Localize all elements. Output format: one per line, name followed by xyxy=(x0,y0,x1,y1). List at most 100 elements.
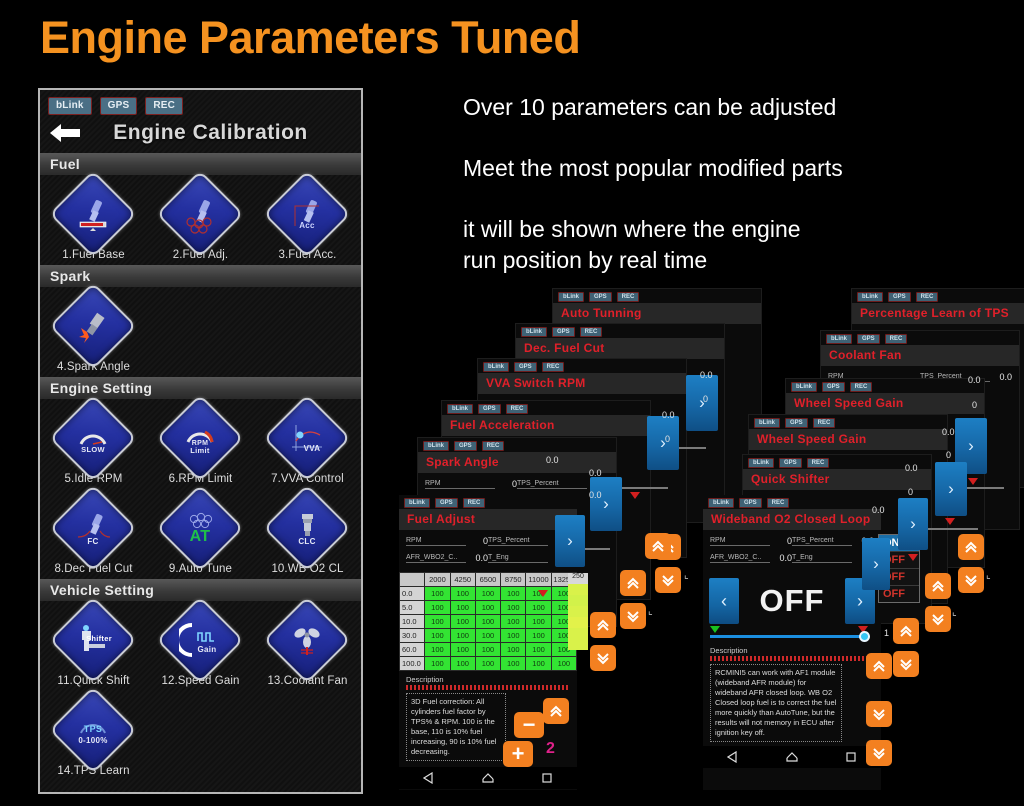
next-value-button[interactable]: › xyxy=(647,416,679,470)
status-chip-rec[interactable]: REC xyxy=(616,292,640,302)
menu-item-coolant-fan[interactable]: 13.Coolant Fan xyxy=(254,596,361,687)
status-chip-blink[interactable]: bLink xyxy=(708,498,734,508)
status-chip-blink[interactable]: bLink xyxy=(558,292,584,302)
table-cell[interactable]: 100 xyxy=(500,628,527,643)
table-cell[interactable]: 100 xyxy=(500,600,527,615)
decrease-fast-button[interactable] xyxy=(655,567,681,593)
menu-item-tps-learn[interactable]: TPS 0-100% 14.TPS Learn xyxy=(40,686,147,777)
status-chip-gps[interactable]: GPS xyxy=(822,382,845,392)
status-chip-blink[interactable]: bLink xyxy=(754,418,780,428)
nav-back-icon[interactable] xyxy=(422,772,435,784)
nav-back-icon[interactable] xyxy=(726,751,739,763)
table-cell[interactable]: 100 xyxy=(424,586,451,601)
toggle-control[interactable]: ‹ OFF › xyxy=(703,572,881,626)
table-cell[interactable]: 100 xyxy=(474,614,502,629)
status-chip-gps[interactable]: GPS xyxy=(99,97,138,115)
table-cell[interactable]: 100 xyxy=(525,614,552,629)
table-cell[interactable]: 100 xyxy=(449,642,476,657)
table-cell[interactable]: 100 xyxy=(424,642,451,657)
increase-fast-button[interactable] xyxy=(866,653,892,679)
decrease-fast-button[interactable] xyxy=(925,606,951,632)
next-value-button[interactable]: › xyxy=(590,477,622,531)
table-cell[interactable]: 100 xyxy=(474,642,502,657)
table-cell[interactable]: 100 xyxy=(525,600,552,615)
decrease-fast-button[interactable] xyxy=(620,603,646,629)
status-chip-rec[interactable]: REC xyxy=(481,441,505,451)
table-cell[interactable]: 100 xyxy=(449,628,476,643)
status-chip-blink[interactable]: bLink xyxy=(521,327,547,337)
status-chip-gps[interactable]: GPS xyxy=(589,292,612,302)
table-cell[interactable]: 100 xyxy=(525,642,552,657)
status-chip-rec[interactable]: REC xyxy=(462,498,486,508)
table-cell[interactable]: 100 xyxy=(449,614,476,629)
menu-item-fuel-acc[interactable]: Acc 3.Fuel Acc. xyxy=(254,170,361,261)
menu-item-fuel-base[interactable]: 1.Fuel Base xyxy=(40,170,147,261)
menu-item-spark-angle[interactable]: 4.Spark Angle xyxy=(40,282,147,373)
increase-fast-button[interactable] xyxy=(620,570,646,596)
next-value-button[interactable]: › xyxy=(898,498,928,550)
menu-item-dec-fuel-cut[interactable]: FC 8.Dec Fuel Cut xyxy=(40,484,147,575)
status-chip-rec[interactable]: REC xyxy=(579,327,603,337)
status-chip-rec[interactable]: REC xyxy=(812,418,836,428)
increase-fast-button[interactable] xyxy=(543,698,569,724)
status-chip-blink[interactable]: bLink xyxy=(857,292,883,302)
nav-home-icon[interactable] xyxy=(786,751,798,763)
increase-fast-button[interactable] xyxy=(925,573,951,599)
menu-item-vva-control[interactable]: VVA 7.VVA Control xyxy=(254,394,361,485)
status-chip-blink[interactable]: bLink xyxy=(404,498,430,508)
mini-screen-wideband-o2-closed-loop[interactable]: bLink GPS REC Wideband O2 Closed Loop RP… xyxy=(703,495,881,790)
next-value-button[interactable]: › xyxy=(555,515,585,567)
status-chip-gps[interactable]: GPS xyxy=(739,498,762,508)
status-chip-rec[interactable]: REC xyxy=(505,404,529,414)
table-cell[interactable]: 100 xyxy=(424,600,451,615)
increase-fast-button[interactable] xyxy=(893,618,919,644)
increase-fast-button[interactable] xyxy=(590,612,616,638)
decrease-fast-button[interactable] xyxy=(866,740,892,766)
menu-item-auto-tune[interactable]: AT 9.Auto Tune xyxy=(147,484,254,575)
table-cell[interactable]: 100 xyxy=(500,614,527,629)
table-cell[interactable]: 100 xyxy=(500,656,527,671)
status-chip-rec[interactable]: REC xyxy=(884,334,908,344)
status-chip-rec[interactable]: REC xyxy=(541,362,565,372)
decrease-fast-button[interactable] xyxy=(893,651,919,677)
menu-item-idle-rpm[interactable]: SLOW 5.Idle RPM xyxy=(40,394,147,485)
decrease-fast-button[interactable] xyxy=(866,701,892,727)
menu-item-speed-gain[interactable]: Gain 12.Speed Gain xyxy=(147,596,254,687)
decrease-fast-button[interactable] xyxy=(958,567,984,593)
table-cell[interactable]: 100 xyxy=(449,600,476,615)
table-cell[interactable]: 100 xyxy=(500,642,527,657)
table-cell[interactable]: 100 xyxy=(474,586,502,601)
status-chip-gps[interactable]: GPS xyxy=(552,327,575,337)
table-cell[interactable]: 100 xyxy=(449,586,476,601)
table-cell[interactable]: 100 xyxy=(525,656,552,671)
status-chip-blink[interactable]: bLink xyxy=(791,382,817,392)
status-chip-gps[interactable]: GPS xyxy=(888,292,911,302)
table-cell[interactable]: 100 xyxy=(474,628,502,643)
status-chip-gps[interactable]: GPS xyxy=(857,334,880,344)
menu-item-wb-o2-cl[interactable]: CLC 10.WB O2 CL xyxy=(254,484,361,575)
nav-recent-icon[interactable] xyxy=(845,751,857,763)
table-cell[interactable]: 100 xyxy=(424,656,451,671)
increase-button[interactable]: + xyxy=(503,741,533,767)
next-value-button[interactable]: › xyxy=(935,462,967,516)
decrease-button[interactable]: − xyxy=(514,712,544,738)
status-chip-blink[interactable]: bLink xyxy=(423,441,449,451)
status-chip-rec[interactable]: REC xyxy=(766,498,790,508)
increase-fast-button[interactable] xyxy=(645,533,671,559)
status-chip-blink[interactable]: bLink xyxy=(748,458,774,468)
prev-value-button[interactable]: ‹ xyxy=(709,578,739,624)
table-cell[interactable]: 100 xyxy=(550,656,577,671)
table-cell[interactable]: 100 xyxy=(424,628,451,643)
status-chip-rec[interactable]: REC xyxy=(849,382,873,392)
status-chip-gps[interactable]: GPS xyxy=(454,441,477,451)
status-chip-gps[interactable]: GPS xyxy=(514,362,537,372)
table-cell[interactable]: 100 xyxy=(525,628,552,643)
decrease-fast-button[interactable] xyxy=(590,645,616,671)
status-chip-blink[interactable]: bLink xyxy=(483,362,509,372)
next-value-button[interactable]: › xyxy=(862,538,890,590)
slider-track[interactable] xyxy=(616,487,668,489)
status-chip-gps[interactable]: GPS xyxy=(785,418,808,428)
increase-fast-button[interactable] xyxy=(958,534,984,560)
back-arrow-icon[interactable] xyxy=(50,122,80,144)
status-chip-blink[interactable]: bLink xyxy=(826,334,852,344)
